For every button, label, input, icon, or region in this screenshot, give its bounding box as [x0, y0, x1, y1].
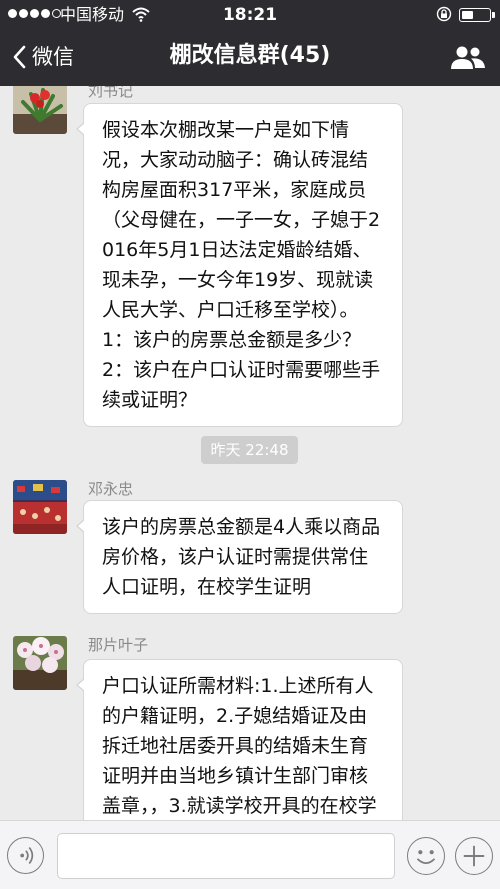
group-members-icon[interactable] [449, 44, 487, 72]
avatar[interactable] [13, 86, 67, 134]
avatar[interactable] [13, 636, 67, 690]
avatar[interactable] [13, 480, 67, 534]
status-time: 18:21 [222, 5, 278, 25]
message-bubble[interactable]: 该户的房票总金额是4人乘以商品房价格，该户认证时需提供常住人口证明，在校学生证明 [76, 500, 403, 614]
voice-icon[interactable] [7, 837, 44, 874]
message-input[interactable] [57, 833, 395, 879]
back-label: 微信 [32, 45, 74, 69]
input-bar [0, 820, 500, 889]
chat-area[interactable]: 刘书记 假设本次棚改某一户是如下情况，大家动动脑子：确认砖混结构房屋面积317平… [0, 86, 500, 820]
page-title: 棚改信息群(45) [169, 43, 331, 68]
rotation-lock-icon [436, 6, 452, 22]
sender-name: 邓永忠 [88, 480, 134, 498]
timestamp-divider: 昨天 22:48 [201, 436, 298, 464]
status-bar: 中国移动 18:21 [0, 0, 500, 30]
message-bubble[interactable]: 户口认证所需材料:1.上述所有人的户籍证明，2.子媳结婚证及由拆迁地社居委开具的… [76, 659, 403, 820]
top-bar: 中国移动 18:21 微信 棚改信息群(45) [0, 0, 500, 86]
plus-icon[interactable] [455, 837, 493, 875]
sender-name: 那片叶子 [88, 636, 149, 654]
battery-icon [459, 8, 495, 22]
back-button[interactable]: 微信 [12, 40, 74, 74]
emoji-icon[interactable] [407, 837, 445, 875]
sender-name: 刘书记 [88, 86, 134, 100]
battery-level [462, 11, 474, 19]
chevron-left-icon [13, 45, 26, 69]
message-bubble[interactable]: 假设本次棚改某一户是如下情况，大家动动脑子：确认砖混结构房屋面积317平米，家庭… [76, 103, 403, 427]
